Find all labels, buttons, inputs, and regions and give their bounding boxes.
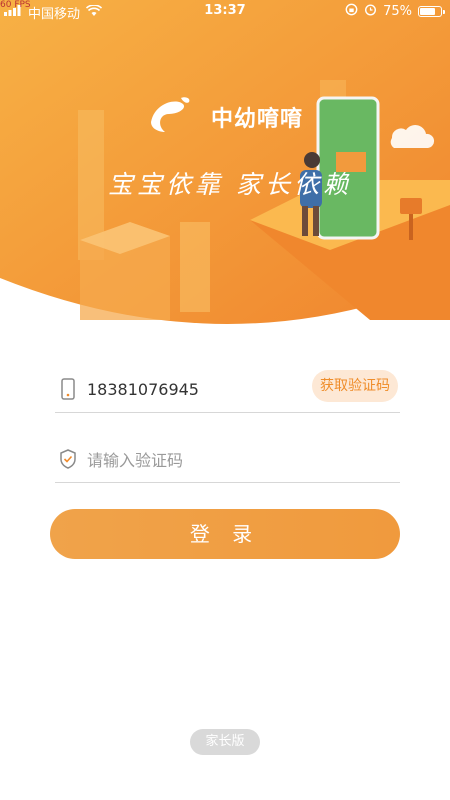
shield-check-icon bbox=[57, 448, 79, 470]
phone-input[interactable]: 18381076945 bbox=[87, 380, 199, 399]
rotation-lock-icon bbox=[345, 3, 358, 20]
version-badge: 家长版 bbox=[190, 729, 260, 755]
hero-banner: 中幼唷唷 宝宝依靠 家长依赖 bbox=[0, 0, 450, 340]
brand-name: 中幼唷唷 bbox=[211, 107, 304, 132]
phone-icon bbox=[57, 378, 79, 400]
verification-code-input[interactable]: 请输入验证码 bbox=[87, 447, 183, 471]
login-button[interactable]: 登 录 bbox=[50, 509, 400, 559]
logo-icon bbox=[145, 92, 203, 142]
battery-icon bbox=[418, 6, 445, 17]
status-bar: 中国移动 13:37 75% bbox=[0, 0, 450, 22]
hero-slogan: 宝宝依靠 家长依赖 bbox=[108, 170, 352, 199]
phone-field[interactable]: 18381076945 获取验证码 bbox=[55, 366, 400, 413]
alarm-icon bbox=[364, 3, 377, 20]
brand-logo: 中幼唷唷 bbox=[145, 92, 303, 142]
battery-percent: 75% bbox=[383, 4, 412, 19]
get-code-button[interactable]: 获取验证码 bbox=[312, 370, 398, 402]
fps-counter: 60 FPS bbox=[0, 0, 31, 10]
verification-field[interactable]: 请输入验证码 bbox=[55, 436, 400, 483]
